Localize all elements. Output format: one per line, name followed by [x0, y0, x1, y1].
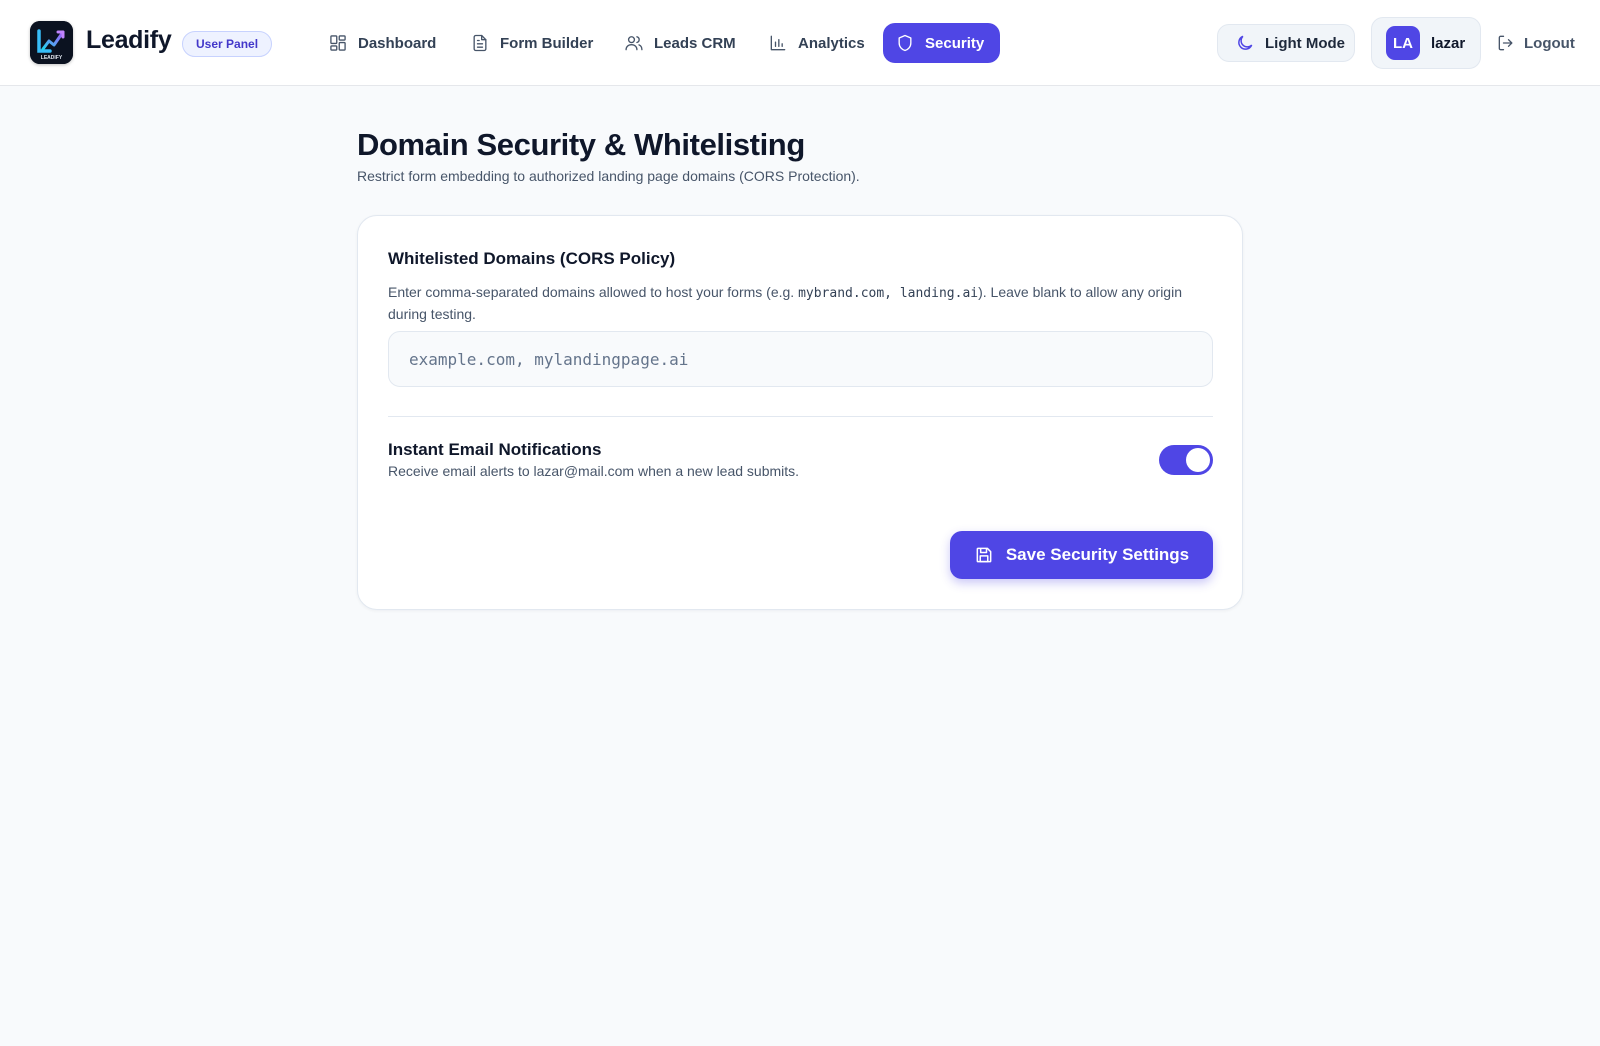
notifications-title: Instant Email Notifications	[388, 440, 602, 459]
moon-icon	[1238, 35, 1253, 50]
nav-analytics[interactable]: Analytics	[756, 23, 881, 63]
theme-label: Light Mode	[1265, 34, 1345, 52]
leadify-logo-icon[interactable]: LEADIFY	[30, 21, 73, 64]
logo-text: LEADIFY	[41, 55, 63, 61]
nav-analytics-label: Analytics	[798, 34, 865, 52]
nav-security[interactable]: Security	[883, 23, 1001, 63]
theme-toggle-button[interactable]: Light Mode	[1217, 24, 1355, 62]
whitelist-example-code: mybrand.com, landing.ai	[798, 286, 979, 301]
nav-leads-crm-label: Leads CRM	[654, 34, 736, 52]
user-panel-badge: User Panel	[182, 31, 273, 57]
top-navbar: LEADIFY Leadify User Panel Dashboard For…	[0, 0, 1600, 86]
grid-icon	[330, 35, 346, 51]
logout-label: Logout	[1524, 34, 1575, 52]
save-icon	[976, 547, 992, 563]
nav-leads-crm[interactable]: Leads CRM	[612, 23, 752, 63]
users-icon	[625, 36, 643, 51]
page-title: Domain Security & Whitelisting	[357, 127, 805, 162]
nav-dashboard[interactable]: Dashboard	[316, 23, 452, 63]
toggle-knob	[1186, 448, 1210, 472]
shield-icon	[898, 34, 912, 52]
security-settings-card: Whitelisted Domains (CORS Policy) Enter …	[357, 215, 1243, 610]
document-icon	[473, 34, 487, 52]
logout-button[interactable]: Logout	[1496, 32, 1575, 54]
save-button-label: Save Security Settings	[1005, 545, 1190, 564]
whitelist-domains-input[interactable]	[388, 331, 1213, 387]
logout-icon	[1498, 35, 1513, 51]
avatar: LA	[1386, 26, 1420, 60]
nav-dashboard-label: Dashboard	[358, 34, 437, 52]
page-subtitle: Restrict form embedding to authorized la…	[357, 168, 860, 184]
user-menu[interactable]: LA lazar	[1371, 17, 1481, 69]
whitelist-title: Whitelisted Domains (CORS Policy)	[388, 249, 676, 268]
notifications-description: Receive email alerts to lazar@mail.com w…	[388, 463, 800, 479]
nav-form-builder[interactable]: Form Builder	[458, 23, 609, 63]
whitelist-description: Enter comma-separated domains allowed to…	[388, 282, 1198, 324]
nav-security-label: Security	[925, 34, 985, 52]
whitelist-desc-before: Enter comma-separated domains allowed to…	[388, 284, 799, 300]
save-security-settings-button[interactable]: Save Security Settings	[950, 531, 1213, 579]
username: lazar	[1431, 34, 1466, 52]
bar-chart-icon	[770, 35, 786, 51]
divider	[388, 416, 1213, 417]
brand-name[interactable]: Leadify	[86, 26, 172, 55]
email-notifications-toggle[interactable]	[1159, 445, 1213, 475]
nav-form-builder-label: Form Builder	[500, 34, 594, 52]
